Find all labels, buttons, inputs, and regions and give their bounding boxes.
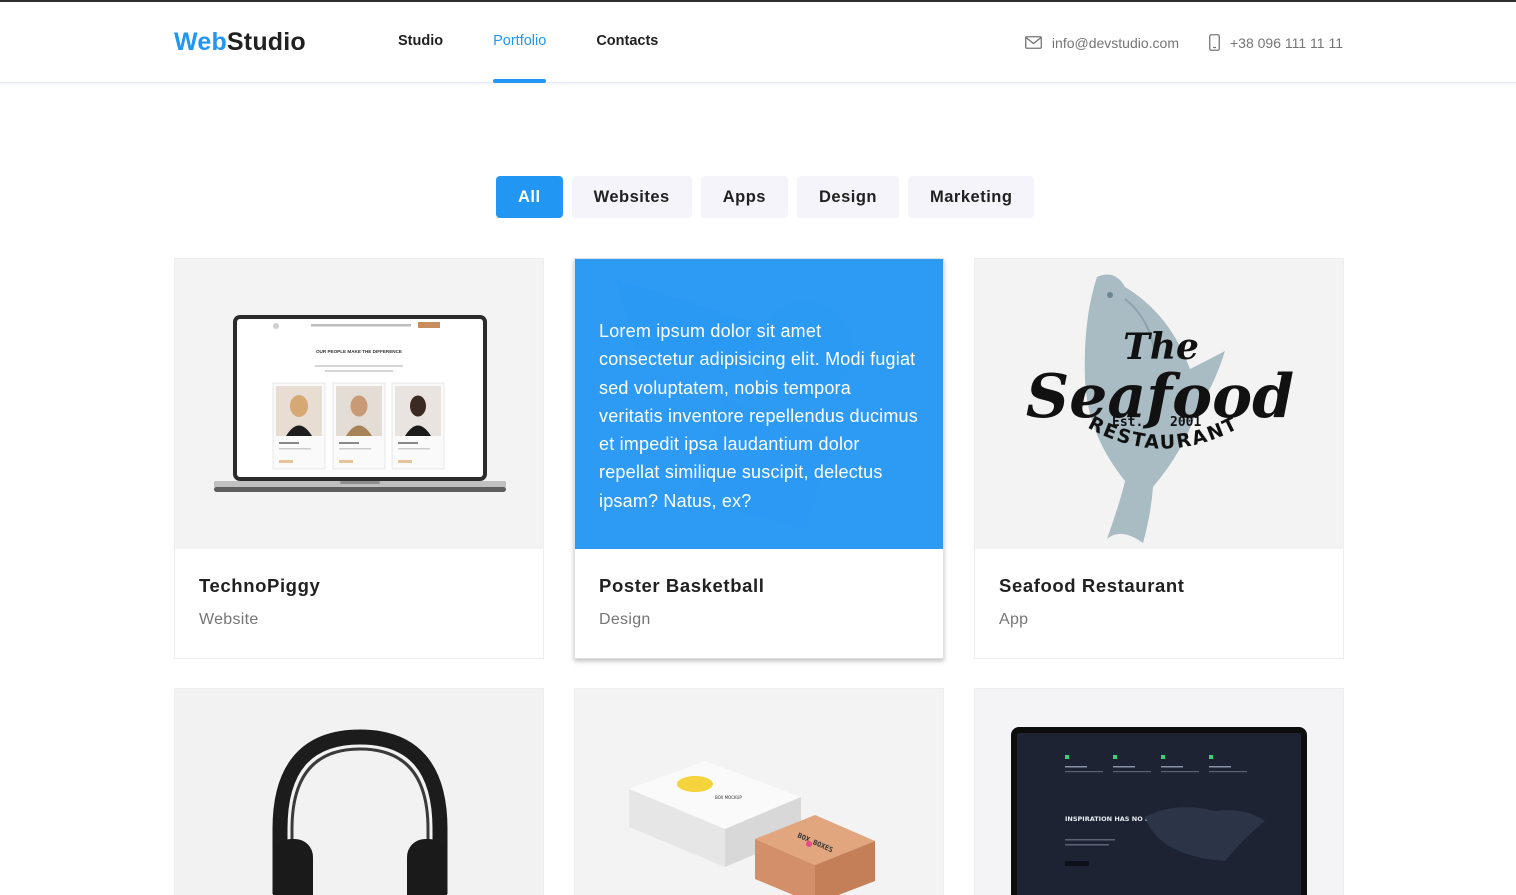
portfolio-filters: All Websites Apps Design Marketing [496,176,1043,218]
card-thumbnail: OUR PEOPLE MAKE THE DIFFERENCE [175,259,543,549]
card-body: Poster Basketball Design [575,549,943,658]
box-label-1: BOX MOCKUP [715,795,742,800]
nav-item-studio[interactable]: Studio [398,2,443,83]
email-text: info@devstudio.com [1051,34,1179,51]
laptop-mockup-image: OUR PEOPLE MAKE THE DIFFERENCE [214,315,506,492]
phone-text: +38 096 111 11 11 [1229,34,1343,51]
card-thumbnail: Lorem ipsum dolor sit amet consectetur a… [575,259,943,549]
logo-part-studio: Studio [226,28,306,56]
site-header: WebStudio Studio Portfolio Contacts info… [0,0,1516,83]
card-body: TechnoPiggy Website [175,549,543,658]
card-description-overlay: Lorem ipsum dolor sit amet consectetur a… [575,259,943,549]
filter-design-button[interactable]: Design [796,176,899,218]
logo-part-web: Web [174,28,227,56]
card-title: TechnoPiggy [199,575,321,596]
card-body: Seafood Restaurant App [975,549,1343,658]
box-mockup-image: BOX MOCKUP BOX BOXES [629,761,875,895]
filter-marketing-button[interactable]: Marketing [908,176,1035,218]
seafood-logo-image: The Seafood Est. 2001 RESTAURANT [1026,274,1294,543]
portfolio-card-poster-basketball[interactable]: Lorem ipsum dolor sit amet consectetur a… [574,258,944,659]
card-title: Poster Basketball [599,575,765,596]
card-title: Seafood Restaurant [999,575,1185,596]
headphones-image [272,729,448,895]
card-thumbnail: INSPIRATION HAS NO BORDERS [975,689,1343,895]
card-thumbnail: BOX MOCKUP BOX BOXES [575,689,943,895]
envelope-icon [1025,36,1042,49]
logo-seafood-text: Seafood [1026,362,1294,432]
portfolio-card-dark-laptop[interactable]: INSPIRATION HAS NO BORDERS [974,688,1344,895]
preview-heading: OUR PEOPLE MAKE THE DIFFERENCE [316,349,402,354]
portfolio-card-technopiggy[interactable]: OUR PEOPLE MAKE THE DIFFERENCE TechnoPig… [174,258,544,659]
dark-laptop-image: INSPIRATION HAS NO BORDERS [1011,727,1307,895]
portfolio-card-box-mockup[interactable]: BOX MOCKUP BOX BOXES [574,688,944,895]
logo[interactable]: WebStudio [174,28,306,57]
phone-link[interactable]: +38 096 111 11 11 [1209,34,1343,51]
nav-item-portfolio[interactable]: Portfolio [493,2,547,83]
filter-websites-button[interactable]: Websites [571,176,692,218]
email-link[interactable]: info@devstudio.com [1025,35,1179,51]
smartphone-icon [1209,34,1220,51]
portfolio-card-headphones[interactable] [174,688,544,895]
card-type: App [999,611,1029,628]
main-nav: Studio Portfolio Contacts [398,2,708,83]
card-thumbnail [175,689,543,895]
filter-apps-button[interactable]: Apps [700,176,788,218]
header-contacts: info@devstudio.com +38 096 111 11 11 [995,2,1343,83]
card-thumbnail: The Seafood Est. 2001 RESTAURANT [975,259,1343,549]
portfolio-card-seafood-restaurant[interactable]: The Seafood Est. 2001 RESTAURANT Seafood… [974,258,1344,659]
card-type: Website [199,611,259,628]
filter-all-button[interactable]: All [496,176,563,218]
card-type: Design [599,611,651,628]
nav-item-contacts[interactable]: Contacts [596,2,658,83]
